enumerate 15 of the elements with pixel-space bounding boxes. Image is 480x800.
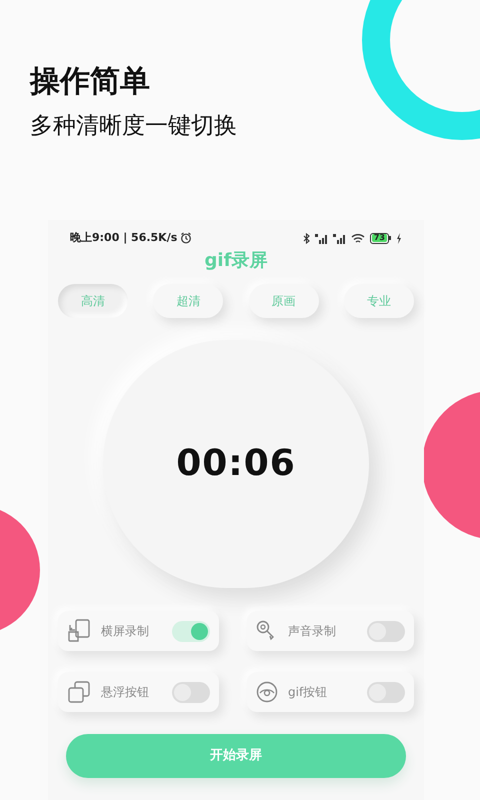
status-time: 晚上9:00 | 56.5K/s bbox=[70, 230, 178, 246]
timer-text: 00:06 bbox=[176, 442, 296, 486]
start-button[interactable]: 开始录屏 bbox=[66, 734, 406, 778]
quality-tab[interactable]: 高清 bbox=[58, 284, 128, 318]
option-label: gif按钮 bbox=[288, 684, 328, 701]
quality-tab[interactable]: 超清 bbox=[153, 284, 224, 318]
option-label: 悬浮按钮 bbox=[101, 684, 150, 701]
headline: 操作简单 bbox=[30, 63, 150, 101]
option-label: 声音录制 bbox=[288, 623, 337, 640]
quality-tab[interactable]: 专业 bbox=[344, 284, 414, 318]
subheadline: 多种清晰度一键切换 bbox=[30, 112, 237, 141]
battery-indicator: 73 bbox=[370, 232, 391, 244]
option-label: 横屏录制 bbox=[101, 623, 150, 640]
quality-tab[interactable]: 原画 bbox=[248, 284, 319, 318]
app-title: gif录屏 bbox=[204, 249, 268, 273]
